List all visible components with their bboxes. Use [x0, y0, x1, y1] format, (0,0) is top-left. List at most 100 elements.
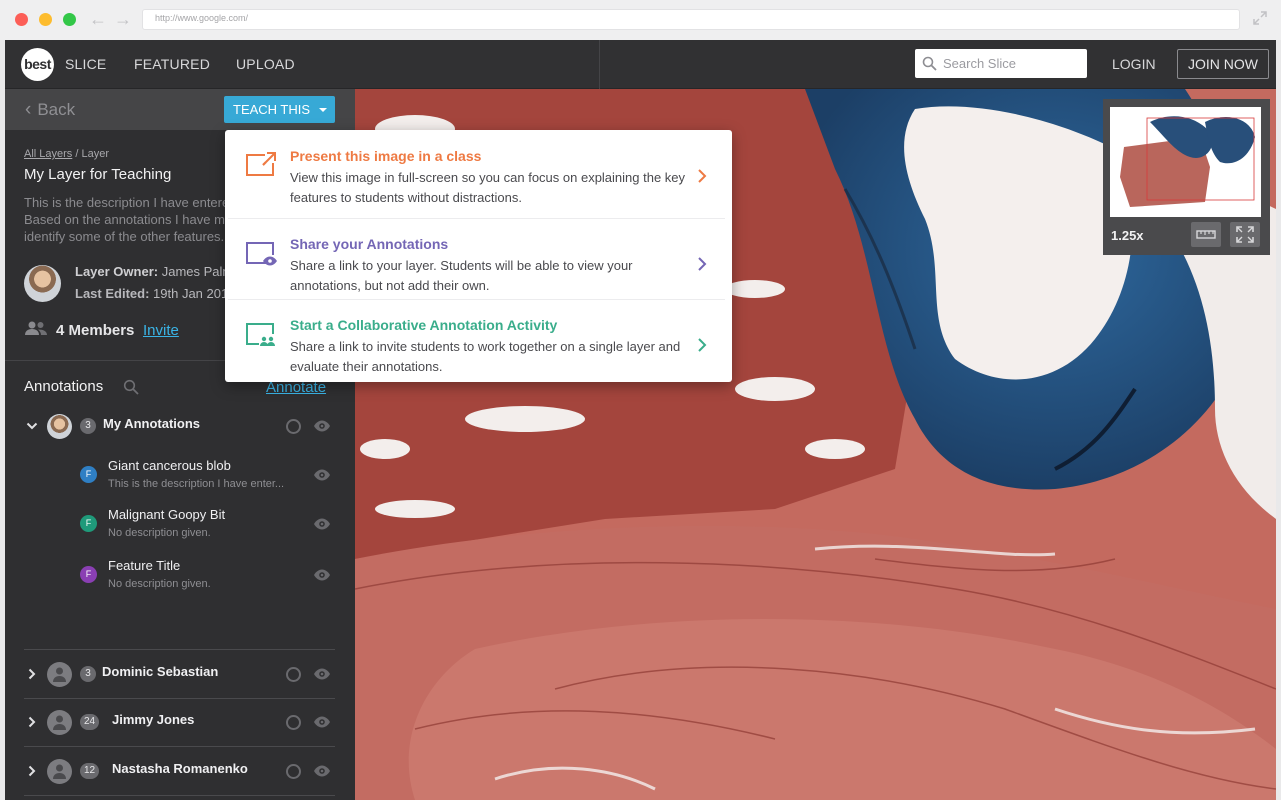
group-divider — [24, 649, 335, 650]
share-view-icon — [246, 242, 277, 266]
teach-this-button[interactable]: TEACH THIS — [224, 96, 335, 123]
menu-item-description: View this image in full-screen so you ca… — [290, 170, 686, 205]
select-toggle[interactable] — [286, 419, 301, 434]
select-toggle[interactable] — [286, 764, 301, 779]
owner-value: James Palmer — [161, 264, 225, 279]
menu-item-share-annotations[interactable]: Share your Annotations Share a link to y… — [225, 218, 732, 299]
back-button[interactable]: ‹ Back — [25, 99, 75, 121]
login-link[interactable]: LOGIN — [1112, 56, 1156, 72]
eye-icon[interactable] — [313, 568, 331, 582]
annotation-count-badge: 3 — [80, 666, 96, 682]
select-toggle[interactable] — [286, 715, 301, 730]
nav-link-upload[interactable]: UPLOAD — [236, 56, 295, 72]
select-toggle[interactable] — [286, 667, 301, 682]
chevron-down-icon[interactable] — [26, 420, 38, 432]
group-name: My Annotations — [103, 416, 201, 431]
chevron-right-icon[interactable] — [26, 668, 38, 680]
chevron-right-icon[interactable] — [26, 765, 38, 777]
address-bar[interactable]: http://www.google.com/ — [142, 9, 1240, 30]
collaborate-icon — [246, 323, 275, 346]
members-label: Members — [68, 322, 135, 339]
members-count: 4 Members — [56, 322, 134, 339]
search-icon[interactable] — [123, 379, 139, 395]
minimap-thumbnail[interactable] — [1110, 107, 1261, 217]
members-icon — [25, 321, 47, 335]
slide-minimap[interactable]: 1.25x — [1103, 99, 1270, 255]
edited-value: 19th Jan 2016 — [153, 286, 225, 301]
fullscreen-arrows-icon[interactable] — [1253, 11, 1267, 25]
fullscreen-icon — [1236, 226, 1254, 243]
last-edited: Last Edited: 19th Jan 2016 — [75, 286, 225, 301]
eye-icon[interactable] — [313, 715, 331, 729]
menu-item-present-in-class[interactable]: Present this image in a class View this … — [225, 130, 732, 211]
eye-icon[interactable] — [313, 419, 331, 433]
fullscreen-button[interactable] — [1230, 222, 1260, 247]
search-input[interactable] — [943, 54, 1081, 73]
browser-chrome: ← → http://www.google.com/ — [0, 0, 1281, 40]
breadcrumb-all-layers[interactable]: All Layers — [24, 148, 72, 160]
group-divider — [24, 698, 335, 699]
present-icon — [246, 151, 277, 176]
eye-icon[interactable] — [313, 517, 331, 531]
members-number: 4 — [56, 322, 65, 339]
group-name: Nastasha Romanenko — [112, 761, 248, 776]
eye-icon[interactable] — [313, 468, 331, 482]
eye-icon[interactable] — [313, 667, 331, 681]
best-logo[interactable]: best — [21, 48, 54, 81]
chevron-right-icon — [698, 169, 707, 183]
person-icon — [53, 667, 66, 682]
search-box[interactable] — [915, 49, 1087, 78]
chevron-right-icon — [698, 257, 707, 271]
back-label: Back — [37, 100, 76, 119]
annotation-count-badge: 12 — [80, 763, 100, 779]
chevron-right-icon[interactable] — [26, 716, 38, 728]
maximize-window-button[interactable] — [63, 13, 76, 26]
person-icon — [53, 715, 66, 730]
minimize-window-button[interactable] — [39, 13, 52, 26]
annotation-description: No description given. — [108, 578, 211, 590]
menu-item-collaborative-activity[interactable]: Start a Collaborative Annotation Activit… — [225, 299, 732, 380]
eye-icon[interactable] — [313, 764, 331, 778]
menu-item-title: Present this image in a class — [290, 148, 482, 164]
layer-description-line: Based on the annotations I have made, — [24, 212, 230, 227]
annotations-heading: Annotations — [24, 378, 104, 395]
close-window-button[interactable] — [15, 13, 28, 26]
feature-badge: F — [80, 515, 97, 532]
caret-down-icon — [319, 108, 327, 112]
annotation-group-dominic-sebastian[interactable]: 3 Dominic Sebastian — [24, 655, 334, 695]
owner-avatar — [24, 265, 61, 302]
ruler-button[interactable] — [1191, 222, 1221, 247]
feature-badge: F — [80, 566, 97, 583]
group-divider — [24, 746, 335, 747]
breadcrumb-current: Layer — [81, 148, 109, 160]
browser-forward-icon[interactable]: → — [114, 9, 132, 29]
annotation-group-my-annotations[interactable]: 3 My Annotations — [24, 407, 334, 447]
annotation-item[interactable]: F Feature Title No description given. — [24, 550, 334, 598]
annotation-count-badge: 3 — [80, 418, 96, 434]
annotation-item[interactable]: F Malignant Goopy Bit No description giv… — [24, 499, 334, 547]
annotation-group-jimmy-jones[interactable]: 24 Jimmy Jones — [24, 703, 334, 743]
app-window: best SLICE FEATURED UPLOAD LOGIN JOIN NO… — [5, 40, 1276, 800]
group-divider — [24, 795, 335, 796]
invite-link[interactable]: Invite — [143, 322, 179, 339]
nav-link-slice[interactable]: SLICE — [65, 56, 106, 72]
zoom-level: 1.25x — [1111, 228, 1144, 243]
teach-this-label: TEACH THIS — [233, 102, 311, 117]
chevron-right-icon — [698, 338, 707, 352]
annotation-item[interactable]: F Giant cancerous blob This is the descr… — [24, 450, 334, 498]
feature-badge: F — [80, 466, 97, 483]
nav-divider — [599, 40, 600, 89]
avatar — [47, 710, 72, 735]
back-bar: ‹ Back TEACH THIS — [5, 89, 355, 130]
nav-link-featured[interactable]: FEATURED — [134, 56, 210, 72]
avatar — [47, 759, 72, 784]
join-now-button[interactable]: JOIN NOW — [1177, 49, 1269, 79]
annotation-group-nastasha-romanenko[interactable]: 12 Nastasha Romanenko — [24, 752, 334, 792]
browser-back-icon[interactable]: ← — [89, 9, 107, 29]
top-nav: best SLICE FEATURED UPLOAD LOGIN JOIN NO… — [5, 40, 1276, 89]
search-icon — [922, 56, 937, 71]
layer-title: My Layer for Teaching — [24, 166, 172, 183]
breadcrumb: All Layers / Layer — [24, 148, 109, 160]
edited-label: Last Edited: — [75, 286, 150, 301]
layer-owner: Layer Owner: James Palmer — [75, 264, 225, 279]
